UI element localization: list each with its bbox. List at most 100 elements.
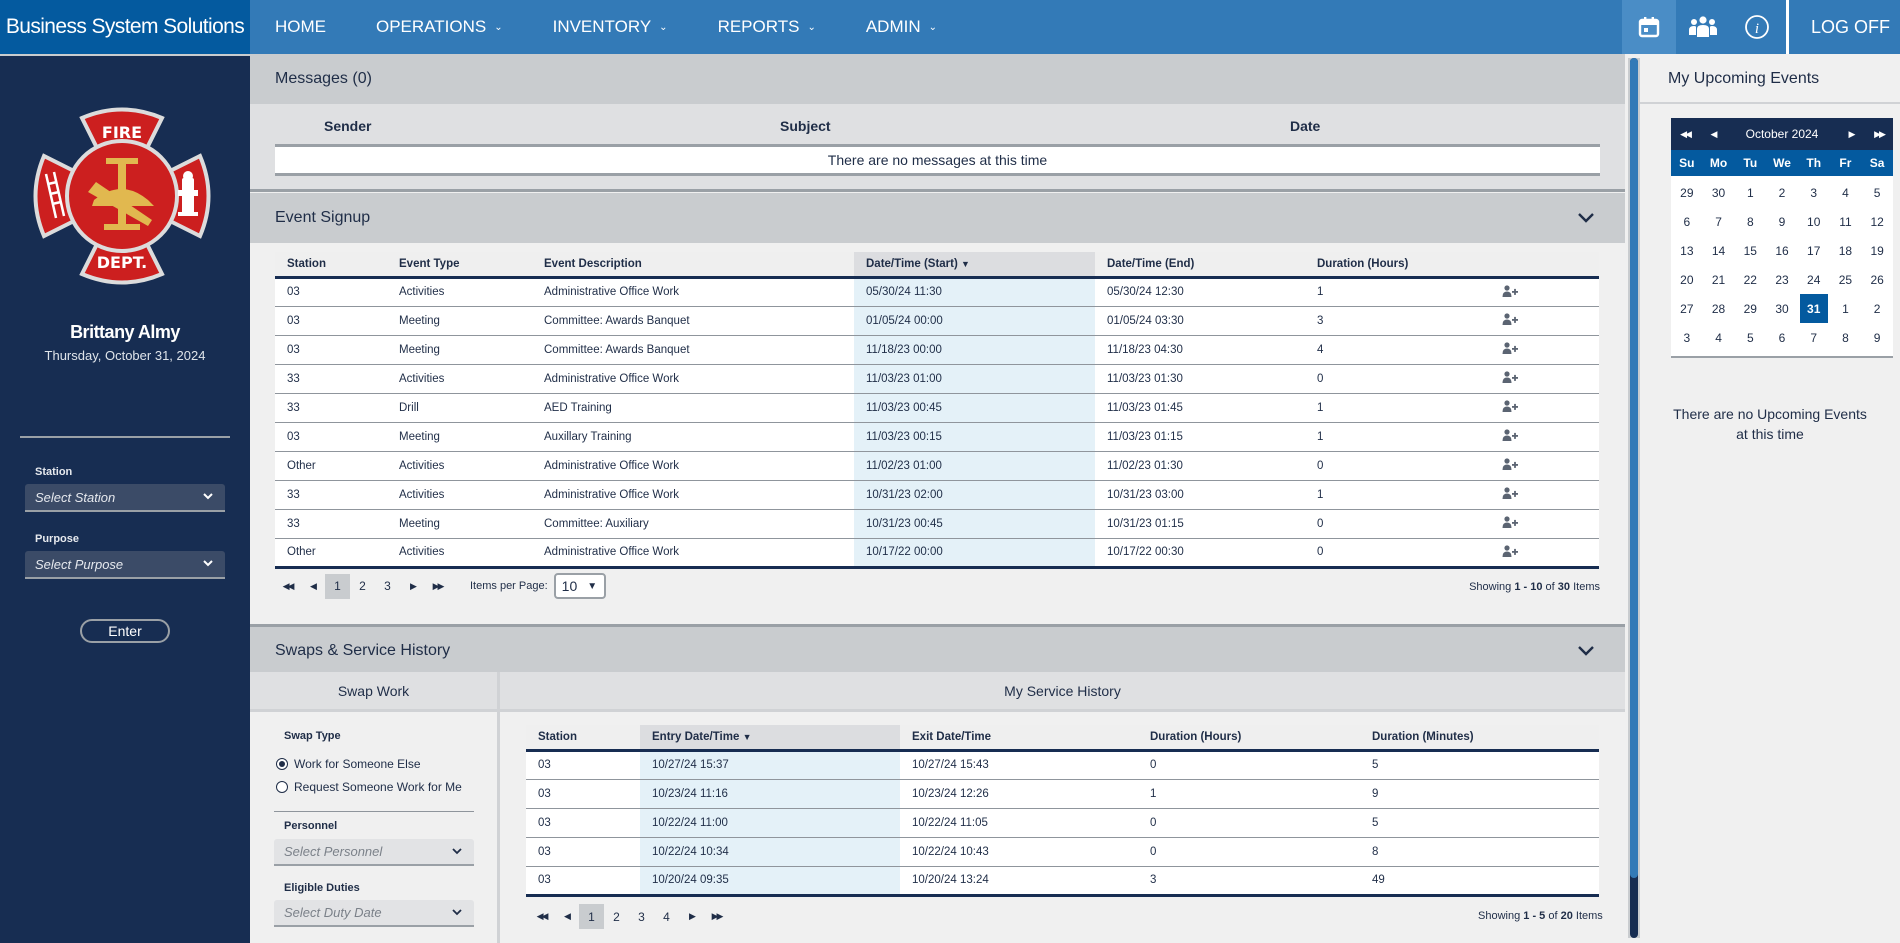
chevron-down-icon[interactable]: [1577, 212, 1595, 224]
calendar-day[interactable]: 2: [1766, 178, 1798, 207]
brand-title[interactable]: Business System Solutions: [0, 0, 250, 54]
messages-col-sender[interactable]: Sender: [324, 118, 371, 134]
page-button[interactable]: 3: [629, 904, 654, 929]
nav-inventory[interactable]: INVENTORY ⌄: [528, 0, 693, 54]
signup-button[interactable]: [1490, 335, 1599, 365]
col-station[interactable]: Station: [526, 725, 640, 752]
nav-reports[interactable]: REPORTS ⌄: [693, 0, 841, 54]
calendar-day[interactable]: 17: [1798, 236, 1830, 265]
col-event-description[interactable]: Event Description: [532, 252, 854, 279]
last-page-button[interactable]: ▶▶: [704, 904, 729, 929]
radio-request-someone-work[interactable]: Request Someone Work for Me: [276, 780, 462, 794]
calendar-button[interactable]: [1621, 0, 1676, 54]
signup-button[interactable]: [1490, 538, 1599, 569]
calendar-day[interactable]: 13: [1671, 236, 1703, 265]
col-station[interactable]: Station: [275, 252, 387, 279]
next-year-icon[interactable]: ▶▶: [1865, 129, 1893, 140]
next-month-icon[interactable]: ▶: [1837, 129, 1865, 140]
personnel-button[interactable]: [1676, 0, 1730, 54]
swaps-section-header[interactable]: Swaps & Service History: [250, 624, 1625, 674]
page-button[interactable]: 2: [350, 574, 375, 599]
calendar-day[interactable]: 7: [1703, 207, 1735, 236]
signup-button[interactable]: [1490, 277, 1599, 307]
nav-admin[interactable]: ADMIN ⌄: [841, 0, 962, 54]
calendar-day[interactable]: 1: [1734, 178, 1766, 207]
logoff-button[interactable]: LOG OFF: [1789, 0, 1900, 54]
purpose-select[interactable]: Select Purpose: [25, 551, 225, 579]
calendar-day[interactable]: 21: [1703, 265, 1735, 294]
calendar-day[interactable]: 29: [1671, 178, 1703, 207]
calendar-day[interactable]: 3: [1798, 178, 1830, 207]
calendar-day[interactable]: 10: [1798, 207, 1830, 236]
signup-button[interactable]: [1490, 451, 1599, 481]
duty-date-select[interactable]: Select Duty Date: [274, 900, 474, 927]
messages-col-subject[interactable]: Subject: [780, 118, 831, 134]
nav-home[interactable]: HOME: [250, 0, 351, 54]
enter-button[interactable]: Enter: [80, 619, 170, 643]
calendar-day[interactable]: 9: [1861, 323, 1893, 352]
messages-col-date[interactable]: Date: [1290, 118, 1320, 134]
calendar-day[interactable]: 4: [1830, 178, 1862, 207]
personnel-select[interactable]: Select Personnel: [274, 839, 474, 866]
scrollbar-thumb[interactable]: [1630, 58, 1638, 878]
calendar-day[interactable]: 29: [1734, 294, 1766, 323]
calendar-day[interactable]: 25: [1830, 265, 1862, 294]
calendar-day[interactable]: 19: [1861, 236, 1893, 265]
calendar-day[interactable]: 1: [1830, 294, 1862, 323]
col-duration[interactable]: Duration (Hours): [1305, 252, 1490, 279]
prev-year-icon[interactable]: ◀◀: [1671, 129, 1699, 140]
page-button[interactable]: 1: [579, 904, 604, 929]
calendar-day[interactable]: 5: [1734, 323, 1766, 352]
calendar-day[interactable]: 30: [1703, 178, 1735, 207]
calendar-day[interactable]: 6: [1766, 323, 1798, 352]
calendar-day[interactable]: 7: [1798, 323, 1830, 352]
calendar-day[interactable]: 24: [1798, 265, 1830, 294]
next-page-button[interactable]: ▶: [679, 904, 704, 929]
calendar-day[interactable]: 3: [1671, 323, 1703, 352]
col-event-type[interactable]: Event Type: [387, 252, 532, 279]
prev-page-button[interactable]: ◀: [300, 574, 325, 599]
col-duration-hours[interactable]: Duration (Hours): [1138, 725, 1360, 752]
signup-button[interactable]: [1490, 422, 1599, 452]
signup-button[interactable]: [1490, 509, 1599, 539]
calendar-day[interactable]: 30: [1766, 294, 1798, 323]
page-button[interactable]: 3: [375, 574, 400, 599]
calendar-day[interactable]: 4: [1703, 323, 1735, 352]
calendar-day[interactable]: 8: [1830, 323, 1862, 352]
calendar-day[interactable]: 31: [1799, 294, 1828, 323]
calendar-day[interactable]: 27: [1671, 294, 1703, 323]
calendar-day[interactable]: 11: [1830, 207, 1862, 236]
signup-button[interactable]: [1490, 306, 1599, 336]
signup-button[interactable]: [1490, 393, 1599, 423]
col-start[interactable]: Date/Time (Start) ▼: [854, 252, 1095, 279]
calendar-day[interactable]: 6: [1671, 207, 1703, 236]
main-scrollbar[interactable]: [1628, 58, 1640, 938]
page-button[interactable]: 4: [654, 904, 679, 929]
nav-operations[interactable]: OPERATIONS ⌄: [351, 0, 528, 54]
station-select[interactable]: Select Station: [25, 484, 225, 512]
event-signup-section-header[interactable]: Event Signup: [250, 193, 1625, 243]
calendar-day[interactable]: 2: [1861, 294, 1893, 323]
page-button[interactable]: 1: [325, 573, 350, 599]
col-entry[interactable]: Entry Date/Time ▼: [640, 725, 900, 752]
items-per-page-select[interactable]: 10 ▼: [553, 573, 606, 599]
calendar-day[interactable]: 18: [1830, 236, 1862, 265]
first-page-button[interactable]: ◀◀: [275, 574, 300, 599]
calendar-month-label[interactable]: October 2024: [1727, 127, 1837, 141]
signup-button[interactable]: [1490, 480, 1599, 510]
calendar-day[interactable]: 20: [1671, 265, 1703, 294]
info-button[interactable]: i: [1730, 0, 1784, 54]
calendar-day[interactable]: 16: [1766, 236, 1798, 265]
calendar-day[interactable]: 15: [1734, 236, 1766, 265]
first-page-button[interactable]: ◀◀: [529, 904, 554, 929]
col-duration-minutes[interactable]: Duration (Minutes): [1360, 725, 1599, 752]
prev-month-icon[interactable]: ◀: [1699, 129, 1727, 140]
calendar-day[interactable]: 8: [1734, 207, 1766, 236]
calendar-day[interactable]: 23: [1766, 265, 1798, 294]
calendar-day[interactable]: 26: [1861, 265, 1893, 294]
calendar-day[interactable]: 14: [1703, 236, 1735, 265]
chevron-down-icon[interactable]: [1577, 645, 1595, 657]
radio-work-for-someone-else[interactable]: Work for Someone Else: [276, 757, 421, 771]
prev-page-button[interactable]: ◀: [554, 904, 579, 929]
last-page-button[interactable]: ▶▶: [425, 574, 450, 599]
